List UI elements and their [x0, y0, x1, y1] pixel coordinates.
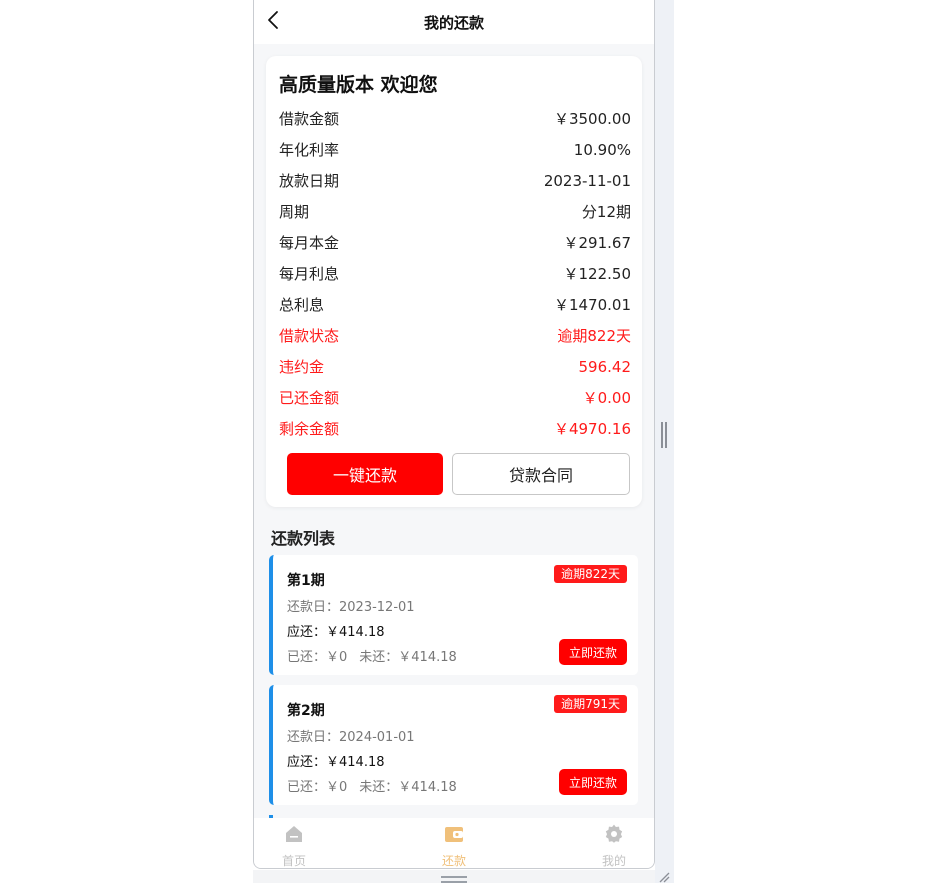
installment-paid: 已还：￥0: [287, 780, 348, 795]
overdue-badge: 逾期822天: [554, 565, 627, 583]
installment-period: 第2期: [287, 703, 325, 719]
installment-card: 第2期 逾期791天还款日：2024-01-01 应还：￥414.18 已还：￥0 未还…: [269, 685, 638, 805]
tab-mine[interactable]: 我的: [584, 824, 644, 868]
summary-row-value: 逾期822天: [557, 327, 631, 345]
summary-row: 年化利率 10.90%: [279, 134, 631, 165]
summary-row-value: ￥0.00: [582, 389, 631, 407]
summary-row-value: ￥3500.00: [553, 110, 631, 128]
summary-row: 放款日期 2023-11-01: [279, 165, 631, 196]
pane-splitter[interactable]: [661, 422, 667, 448]
summary-row-label: 年化利率: [279, 141, 340, 159]
resize-corner-icon[interactable]: [657, 870, 670, 883]
pay-now-button[interactable]: 立即还款: [559, 769, 627, 795]
installment-date: 还款日：2024-01-01: [287, 730, 415, 745]
repay-list-title: 还款列表: [271, 529, 336, 548]
bottom-tab-bar: 首页 还款 我的: [254, 818, 654, 868]
installment-period: 第1期: [287, 573, 325, 589]
installment-due: 应还：￥414.18: [287, 755, 385, 770]
tab-mine-label: 我的: [601, 854, 626, 868]
top-bar: 我的还款: [254, 0, 654, 44]
installment-paid: 已还：￥0: [287, 650, 348, 665]
summary-row: 周期 分12期: [279, 196, 631, 227]
pay-now-button[interactable]: 立即还款: [559, 639, 627, 665]
page-title: 我的还款: [423, 14, 484, 32]
summary-row: 每月利息 ￥122.50: [279, 258, 631, 289]
overdue-badge: 逾期791天: [554, 695, 627, 713]
summary-row-value: ￥4970.16: [553, 420, 631, 438]
summary-row-value: 596.42: [578, 357, 632, 376]
summary-row: 借款金额 ￥3500.00: [279, 103, 631, 134]
summary-row-value: 10.90%: [573, 140, 631, 159]
home-icon: [286, 826, 302, 842]
installment-card: 第1期 逾期822天还款日：2023-12-01 应还：￥414.18 已还：￥0 未还…: [269, 555, 638, 675]
summary-rows: 借款金额 ￥3500.00 年化利率 10.90% 放款日期 2023-11-01 周期 分1…: [279, 103, 631, 444]
summary-row-value: ￥291.67: [563, 234, 632, 252]
installment-unpaid: 未还：￥414.18: [359, 780, 457, 795]
summary-row-label: 每月本金: [279, 234, 340, 252]
tab-home[interactable]: 首页: [264, 824, 324, 868]
installment-paid-info: 已还：￥0 未还：￥414.18: [287, 776, 457, 795]
tab-home-label: 首页: [281, 854, 306, 868]
summary-row: 总利息 ￥1470.01: [279, 289, 631, 320]
gear-icon: [605, 824, 623, 843]
summary-row-label: 每月利息: [279, 265, 340, 283]
summary-row: 剩余金额 ￥4970.16: [279, 413, 631, 444]
summary-row: 借款状态 逾期822天: [279, 320, 631, 351]
installment-unpaid: 未还：￥414.18: [359, 650, 457, 665]
installment-date: 还款日：2023-12-01: [287, 600, 415, 615]
summary-row-label: 周期: [279, 203, 310, 221]
summary-row: 违约金 596.42: [279, 351, 631, 382]
summary-row-label: 放款日期: [279, 172, 340, 190]
summary-row-value: ￥1470.01: [553, 296, 631, 314]
summary-row-value: ￥122.50: [563, 265, 632, 283]
summary-title: 高质量版本 欢迎您: [279, 74, 438, 96]
summary-row-label: 借款金额: [279, 110, 340, 128]
pay-all-button[interactable]: 一键还款: [287, 453, 443, 495]
summary-row: 已还金额 ￥0.00: [279, 382, 631, 413]
loan-contract-button[interactable]: 贷款合同: [452, 453, 630, 495]
loan-summary-card: 高质量版本 欢迎您 借款金额 ￥3500.00 年化利率 10.90% 放款日期 2023…: [266, 56, 642, 507]
summary-row-label: 剩余金额: [279, 420, 340, 438]
installment-paid-info: 已还：￥0 未还：￥414.18: [287, 646, 457, 665]
summary-row-label: 已还金额: [279, 389, 340, 407]
summary-row-label: 总利息: [279, 296, 325, 314]
summary-row-value: 2023-11-01: [543, 171, 631, 190]
wallet-icon: [445, 827, 463, 842]
installment-due: 应还：￥414.18: [287, 625, 385, 640]
tab-repay-label: 还款: [441, 854, 466, 868]
summary-row-label: 借款状态: [279, 327, 340, 345]
tab-repay[interactable]: 还款: [424, 824, 484, 868]
summary-row-label: 违约金: [279, 358, 325, 376]
bottom-resize-handle[interactable]: [441, 876, 467, 883]
phone-frame: 我的还款 高质量版本 欢迎您 借款金额 ￥3500.00 年化利率 10.90% 放款日…: [253, 0, 655, 869]
summary-row: 每月本金 ￥291.67: [279, 227, 631, 258]
summary-row-value: 分12期: [581, 203, 631, 221]
